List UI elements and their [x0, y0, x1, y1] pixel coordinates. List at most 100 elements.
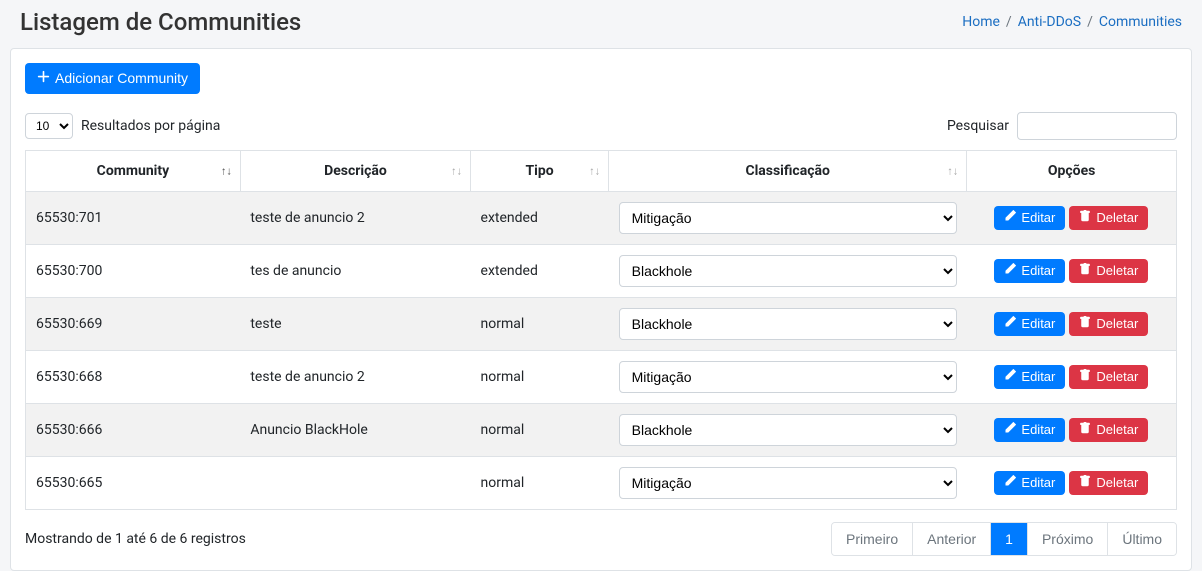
- edit-label: Editar: [1021, 422, 1055, 438]
- pagination: Primeiro Anterior 1 Próximo Último: [831, 522, 1177, 556]
- page-length-select[interactable]: 10: [25, 113, 73, 139]
- edit-button[interactable]: Editar: [994, 418, 1065, 442]
- table-row: 65530:700tes de anuncioextended Mitigação…: [26, 244, 1177, 297]
- cell-opcoes: Editar Deletar: [967, 350, 1177, 403]
- delete-button[interactable]: Deletar: [1069, 312, 1148, 336]
- page-first[interactable]: Primeiro: [832, 523, 912, 555]
- pencil-icon: [1004, 210, 1016, 226]
- cell-classificacao: MitigaçãoBlackhole: [609, 456, 967, 509]
- pencil-icon: [1004, 316, 1016, 332]
- cell-opcoes: Editar Deletar: [967, 456, 1177, 509]
- add-community-label: Adicionar Community: [55, 70, 188, 87]
- breadcrumb-antiddos[interactable]: Anti-DDoS: [1018, 14, 1081, 30]
- pencil-icon: [1004, 263, 1016, 279]
- classificacao-select[interactable]: MitigaçãoBlackhole: [619, 361, 957, 393]
- main-card: Adicionar Community 10 Resultados por pá…: [10, 48, 1192, 571]
- cell-descricao: teste de anuncio 2: [240, 350, 470, 403]
- table-row: 65530:668teste de anuncio 2normal Mitigaç…: [26, 350, 1177, 403]
- col-header-classificacao[interactable]: Classificação ↑↓: [609, 150, 967, 191]
- classificacao-select[interactable]: MitigaçãoBlackhole: [619, 202, 957, 234]
- delete-label: Deletar: [1096, 369, 1138, 385]
- cell-descricao: Anuncio BlackHole: [240, 403, 470, 456]
- page-prev[interactable]: Anterior: [912, 523, 990, 555]
- delete-label: Deletar: [1096, 210, 1138, 226]
- trash-icon: [1079, 210, 1091, 226]
- cell-classificacao: MitigaçãoBlackhole: [609, 297, 967, 350]
- pencil-icon: [1004, 369, 1016, 385]
- table-info: Mostrando de 1 até 6 de 6 registros: [25, 531, 246, 547]
- col-header-opcoes: Opções: [967, 150, 1177, 191]
- cell-classificacao: MitigaçãoBlackhole: [609, 403, 967, 456]
- col-header-descricao[interactable]: Descrição ↑↓: [240, 150, 470, 191]
- delete-label: Deletar: [1096, 316, 1138, 332]
- delete-button[interactable]: Deletar: [1069, 206, 1148, 230]
- delete-button[interactable]: Deletar: [1069, 259, 1148, 283]
- cell-descricao: [240, 456, 470, 509]
- col-header-community[interactable]: Community ↑↓: [26, 150, 241, 191]
- search-label: Pesquisar: [947, 118, 1009, 134]
- cell-community: 65530:669: [26, 297, 241, 350]
- classificacao-select[interactable]: MitigaçãoBlackhole: [619, 255, 957, 287]
- delete-button[interactable]: Deletar: [1069, 471, 1148, 495]
- cell-classificacao: MitigaçãoBlackhole: [609, 350, 967, 403]
- edit-button[interactable]: Editar: [994, 471, 1065, 495]
- cell-classificacao: MitigaçãoBlackhole: [609, 244, 967, 297]
- add-community-button[interactable]: Adicionar Community: [25, 63, 200, 94]
- cell-community: 65530:668: [26, 350, 241, 403]
- col-header-tipo[interactable]: Tipo ↑↓: [471, 150, 609, 191]
- sort-icon: ↑↓: [589, 165, 600, 176]
- edit-button[interactable]: Editar: [994, 365, 1065, 389]
- plus-icon: [37, 70, 50, 87]
- cell-tipo: normal: [471, 350, 609, 403]
- delete-label: Deletar: [1096, 422, 1138, 438]
- cell-descricao: teste de anuncio 2: [240, 191, 470, 244]
- communities-table: Community ↑↓ Descrição ↑↓ Tipo ↑↓ Classi…: [25, 150, 1177, 510]
- page-number-1[interactable]: 1: [990, 523, 1027, 555]
- cell-tipo: normal: [471, 403, 609, 456]
- trash-icon: [1079, 263, 1091, 279]
- edit-button[interactable]: Editar: [994, 312, 1065, 336]
- table-row: 65530:701teste de anuncio 2extendedMitig…: [26, 191, 1177, 244]
- breadcrumb-home[interactable]: Home: [962, 14, 1000, 30]
- trash-icon: [1079, 316, 1091, 332]
- page-last[interactable]: Último: [1107, 523, 1176, 555]
- page-length-label: Resultados por página: [81, 118, 220, 134]
- trash-icon: [1079, 369, 1091, 385]
- trash-icon: [1079, 422, 1091, 438]
- cell-community: 65530:665: [26, 456, 241, 509]
- cell-descricao: tes de anuncio: [240, 244, 470, 297]
- breadcrumb-communities[interactable]: Communities: [1099, 14, 1182, 30]
- pencil-icon: [1004, 475, 1016, 491]
- cell-tipo: normal: [471, 297, 609, 350]
- breadcrumb-sep: /: [1006, 14, 1012, 30]
- page-next[interactable]: Próximo: [1027, 523, 1107, 555]
- edit-label: Editar: [1021, 316, 1055, 332]
- cell-opcoes: Editar Deletar: [967, 297, 1177, 350]
- page-title: Listagem de Communities: [20, 8, 301, 36]
- cell-community: 65530:701: [26, 191, 241, 244]
- table-row: 65530:666Anuncio BlackHolenormalMitigaçã…: [26, 403, 1177, 456]
- cell-descricao: teste: [240, 297, 470, 350]
- breadcrumb: Home / Anti-DDoS / Communities: [962, 14, 1182, 30]
- breadcrumb-sep: /: [1087, 14, 1093, 30]
- trash-icon: [1079, 475, 1091, 491]
- cell-opcoes: Editar Deletar: [967, 403, 1177, 456]
- cell-tipo: extended: [471, 244, 609, 297]
- edit-button[interactable]: Editar: [994, 259, 1065, 283]
- table-row: 65530:669testenormal MitigaçãoBlackhole E…: [26, 297, 1177, 350]
- edit-button[interactable]: Editar: [994, 206, 1065, 230]
- delete-button[interactable]: Deletar: [1069, 365, 1148, 389]
- sort-icon: ↑↓: [221, 165, 232, 176]
- cell-community: 65530:700: [26, 244, 241, 297]
- delete-label: Deletar: [1096, 475, 1138, 491]
- delete-button[interactable]: Deletar: [1069, 418, 1148, 442]
- cell-classificacao: MitigaçãoBlackhole: [609, 191, 967, 244]
- classificacao-select[interactable]: MitigaçãoBlackhole: [619, 467, 957, 499]
- classificacao-select[interactable]: MitigaçãoBlackhole: [619, 308, 957, 340]
- classificacao-select[interactable]: MitigaçãoBlackhole: [619, 414, 957, 446]
- pencil-icon: [1004, 422, 1016, 438]
- cell-opcoes: Editar Deletar: [967, 244, 1177, 297]
- cell-opcoes: Editar Deletar: [967, 191, 1177, 244]
- edit-label: Editar: [1021, 369, 1055, 385]
- search-input[interactable]: [1017, 112, 1177, 140]
